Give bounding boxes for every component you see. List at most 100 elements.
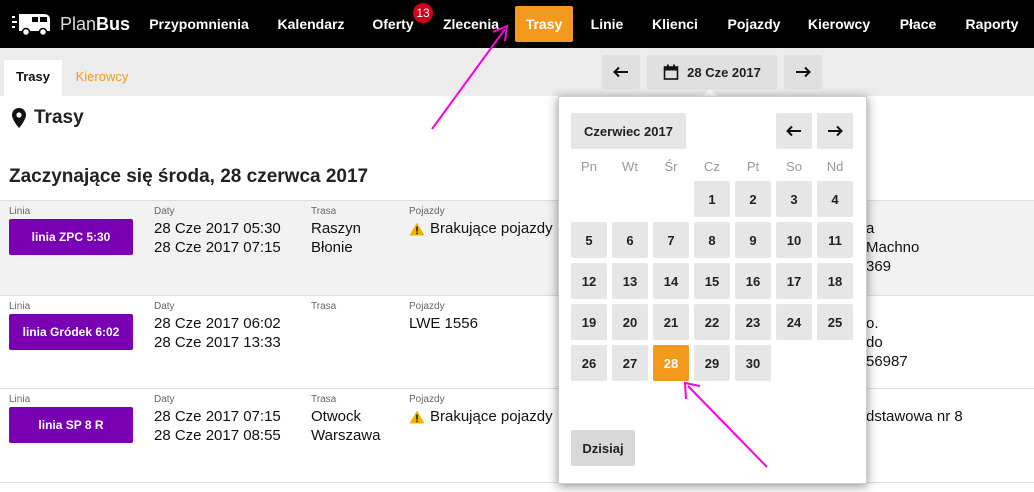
calendar-day[interactable]: 6 <box>612 222 648 258</box>
extra-info-1: a <box>866 220 875 237</box>
weekday-0: Pn <box>581 159 597 174</box>
weekday-4: Pt <box>746 159 760 174</box>
route-label: Trasa <box>311 394 337 405</box>
brand-name: PlanBus <box>60 14 130 35</box>
nav-item-label: Oferty <box>372 16 414 32</box>
arrow-right-icon <box>796 66 811 78</box>
brand-suffix: Bus <box>96 13 131 34</box>
nav-item-raporty[interactable]: Raporty <box>955 6 1029 42</box>
route-row: Linia linia Gródek 6:02 Daty 28 Cze 2017 06… <box>0 295 1034 388</box>
nav-item-oferty[interactable]: Oferty 13 <box>359 3 433 42</box>
route-from: Otwock <box>311 408 362 425</box>
line-button[interactable]: linia Gródek 6:02 <box>9 314 133 350</box>
date-picker-button[interactable]: 28 Cze 2017 <box>647 55 777 89</box>
line-button[interactable]: linia ZPC 5:30 <box>9 219 133 255</box>
calendar-day[interactable]: 22 <box>694 304 730 340</box>
vehicles-text: Brakujące pojazdy <box>430 220 553 237</box>
date-start: 28 Cze 2017 06:02 <box>154 315 281 332</box>
nav-item-label: Trasy <box>525 16 563 32</box>
line-label: Linia <box>9 394 31 405</box>
calendar-day[interactable]: 24 <box>776 304 812 340</box>
dates-label: Daty <box>154 206 175 217</box>
calendar-day[interactable]: 10 <box>776 222 812 258</box>
brand-logo[interactable]: PlanBus <box>12 10 130 38</box>
line-label: Linia <box>9 301 31 312</box>
calendar-day[interactable]: 3 <box>776 181 812 217</box>
current-date-label: 28 Cze 2017 <box>687 64 761 80</box>
calendar-day[interactable]: 11 <box>817 222 853 258</box>
route-label: Trasa <box>311 206 337 217</box>
prev-day-button[interactable] <box>602 55 640 89</box>
nav-item-płace[interactable]: Płace <box>889 6 947 42</box>
calendar-day[interactable]: 20 <box>612 304 648 340</box>
weekday-5: So <box>786 159 802 174</box>
next-month-button[interactable] <box>817 113 853 149</box>
calendar-icon <box>663 64 679 80</box>
calendar-day[interactable]: 17 <box>776 263 812 299</box>
warning-icon <box>409 410 425 423</box>
nav-item-pojazdy[interactable]: Pojazdy <box>715 6 793 42</box>
month-label-button[interactable]: Czerwiec 2017 <box>571 113 686 149</box>
vehicles-value: Brakujące pojazdy <box>409 219 553 238</box>
nav-item-label: Raporty <box>965 16 1019 32</box>
calendar-day[interactable]: 29 <box>694 345 730 381</box>
calendar-day[interactable]: 12 <box>571 263 607 299</box>
weekday-3: Cz <box>704 159 720 174</box>
subtab-trasy[interactable]: Trasy <box>4 60 62 96</box>
calendar-day[interactable]: 4 <box>817 181 853 217</box>
calendar-day[interactable]: 23 <box>735 304 771 340</box>
calendar-day[interactable]: 2 <box>735 181 771 217</box>
nav-item-kalendarz[interactable]: Kalendarz <box>265 6 357 42</box>
extra-info-2: do <box>866 334 883 351</box>
line-button[interactable]: linia SP 8 R <box>9 407 133 443</box>
nav-item-kierowcy[interactable]: Kierowcy <box>795 6 883 42</box>
calendar-day[interactable]: 14 <box>653 263 689 299</box>
calendar-day[interactable]: 26 <box>571 345 607 381</box>
vehicles-value: LWE 1556 <box>409 314 478 333</box>
nav-item-klienci[interactable]: Klienci <box>640 6 710 42</box>
calendar-day[interactable]: 13 <box>612 263 648 299</box>
nav-item-label: Kierowcy <box>807 16 871 32</box>
nav-item-label: Klienci <box>652 16 698 32</box>
calendar-day[interactable]: 9 <box>735 222 771 258</box>
calendar-day[interactable]: 15 <box>694 263 730 299</box>
nav-item-label: Płace <box>899 16 937 32</box>
calendar-day[interactable]: 1 <box>694 181 730 217</box>
today-button[interactable]: Dzisiaj <box>571 430 635 466</box>
dates-label: Daty <box>154 301 175 312</box>
nav-item-label: Pojazdy <box>727 16 781 32</box>
nav-item-przypomnienia[interactable]: Przypomnienia <box>139 6 259 42</box>
next-day-button[interactable] <box>784 55 822 89</box>
vehicles-label: Pojazdy <box>409 206 445 217</box>
nav-item-label: Zlecenia <box>442 16 500 32</box>
route-row: Linia linia SP 8 R Daty 28 Cze 2017 07:15 28… <box>0 388 1034 482</box>
vehicles-label: Pojazdy <box>409 394 445 405</box>
calendar-day[interactable]: 18 <box>817 263 853 299</box>
calendar-day-selected[interactable]: 28 <box>653 345 689 381</box>
subtab-kierowcy[interactable]: Kierowcy <box>62 60 142 96</box>
sub-toolbar: Trasy Kierowcy 28 Cze 2017 <box>0 48 1034 96</box>
nav-item-linie[interactable]: Linie <box>578 6 636 42</box>
date-end: 28 Cze 2017 08:55 <box>154 427 281 444</box>
calendar-day[interactable]: 27 <box>612 345 648 381</box>
brand-prefix: Plan <box>60 13 97 34</box>
calendar-day[interactable]: 21 <box>653 304 689 340</box>
nav-item-trasy[interactable]: Trasy <box>515 6 573 42</box>
calendar-day[interactable]: 7 <box>653 222 689 258</box>
line-label: Linia <box>9 206 31 217</box>
route-row <box>0 482 1034 492</box>
calendar-day[interactable]: 25 <box>817 304 853 340</box>
arrow-left-icon <box>786 125 801 137</box>
calendar-day[interactable]: 5 <box>571 222 607 258</box>
calendar-day[interactable]: 19 <box>571 304 607 340</box>
calendar-day[interactable]: 8 <box>694 222 730 258</box>
calendar-day[interactable]: 30 <box>735 345 771 381</box>
prev-month-button[interactable] <box>776 113 812 149</box>
calendar-day[interactable]: 16 <box>735 263 771 299</box>
vehicles-value: Brakujące pojazdy <box>409 407 553 426</box>
map-marker-icon <box>12 108 26 128</box>
extra-info-2: Machno <box>866 239 920 256</box>
page-title: Trasy <box>34 107 84 128</box>
nav-item-zlecenia[interactable]: Zlecenia <box>430 6 512 42</box>
arrow-left-icon <box>613 66 628 78</box>
